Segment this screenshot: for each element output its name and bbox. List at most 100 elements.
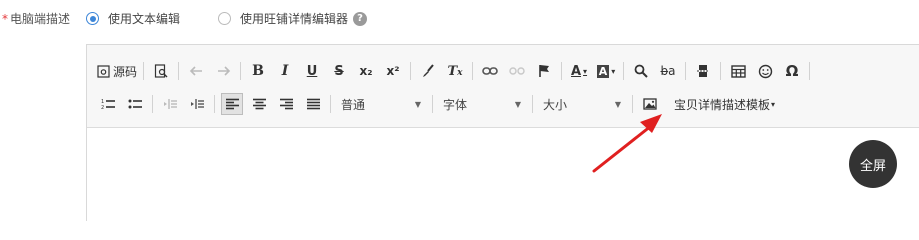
numbered-list-button[interactable]: 12 <box>97 93 119 115</box>
undo-icon <box>189 66 202 76</box>
radio-text-editor-label: 使用文本编辑 <box>108 12 181 26</box>
size-select-value: 大小 <box>543 97 568 112</box>
radio-wangpu-editor[interactable]: 使用旺铺详情编辑器 ? <box>218 10 368 27</box>
indent-icon <box>191 99 204 109</box>
remove-format-icon: Tx <box>447 63 463 79</box>
radio-wangpu-editor-label: 使用旺铺详情编辑器 <box>240 12 349 26</box>
search-icon <box>634 64 648 78</box>
rich-text-editor: 源码 B I U S x₂ x² Tx A ▾ A ▾ b̶a Ω 1 2 普通… <box>86 44 919 222</box>
align-right-icon <box>279 98 293 110</box>
bg-color-button[interactable]: A ▾ <box>595 60 617 82</box>
toolbar-separator <box>720 62 722 80</box>
preview-icon <box>154 64 168 78</box>
svg-text:2: 2 <box>101 105 104 110</box>
preview-button[interactable] <box>150 60 172 82</box>
field-label: * 电脑端描述 <box>2 10 70 27</box>
outdent-icon <box>164 99 177 109</box>
detail-template-button[interactable]: 宝贝详情描述模板 ▾ <box>674 96 775 113</box>
font-select[interactable]: 字体 ▼ <box>439 93 527 115</box>
brush-icon <box>423 64 434 77</box>
align-justify-icon <box>306 98 320 110</box>
format-select[interactable]: 普通 ▼ <box>337 93 427 115</box>
required-mark: * <box>2 12 8 26</box>
remove-format-button[interactable]: Tx <box>444 60 466 82</box>
toolbar-separator <box>410 62 412 80</box>
align-center-button[interactable] <box>248 93 270 115</box>
format-painter-button[interactable] <box>417 60 439 82</box>
bullet-list-button[interactable] <box>124 93 146 115</box>
toolbar-separator <box>178 62 180 80</box>
insert-image-button[interactable] <box>639 93 661 115</box>
font-color-icon: A <box>570 63 582 79</box>
table-button[interactable] <box>727 60 749 82</box>
align-justify-button[interactable] <box>302 93 324 115</box>
page-break-icon <box>697 65 710 77</box>
link-button[interactable] <box>479 60 501 82</box>
link-icon <box>482 67 498 75</box>
superscript-button[interactable]: x² <box>382 60 404 82</box>
align-left-icon <box>225 98 239 110</box>
toolbar-separator <box>432 95 433 113</box>
chevron-down-icon: ▼ <box>514 99 521 109</box>
radio-checked-icon[interactable] <box>86 12 99 25</box>
toolbar-row-2: 12 普通 ▼ 字体 ▼ 大小 ▼ 宝贝详情描述模板 ▾ <box>97 92 775 116</box>
flag-icon <box>539 65 550 77</box>
anchor-button[interactable] <box>533 60 555 82</box>
underline-button[interactable]: U <box>301 60 323 82</box>
toolbar-row-1: 源码 B I U S x₂ x² Tx A ▾ A ▾ b̶a Ω <box>97 59 816 83</box>
radio-unchecked-icon[interactable] <box>218 12 231 25</box>
table-icon <box>730 64 746 78</box>
page-break-button[interactable] <box>692 60 714 82</box>
numbered-list-icon: 12 <box>101 99 115 110</box>
font-color-dropdown-icon: ▾ <box>583 66 588 76</box>
special-char-button[interactable]: Ω <box>781 60 803 82</box>
unlink-button[interactable] <box>506 60 528 82</box>
detail-template-label: 宝贝详情描述模板 <box>674 97 771 112</box>
image-icon <box>643 98 657 110</box>
bg-color-icon: A <box>596 64 610 78</box>
toolbar-separator <box>143 62 145 80</box>
strikethrough-button[interactable]: S <box>328 60 350 82</box>
indent-button[interactable] <box>186 93 208 115</box>
chevron-down-icon: ▾ <box>771 99 776 109</box>
bg-color-dropdown-icon: ▾ <box>611 66 616 76</box>
toolbar-separator <box>809 62 811 80</box>
smiley-icon <box>758 64 772 78</box>
find-button[interactable] <box>630 60 652 82</box>
toolbar-separator <box>240 62 242 80</box>
toolbar-separator <box>214 95 215 113</box>
redo-icon <box>217 66 230 76</box>
size-select[interactable]: 大小 ▼ <box>539 93 627 115</box>
italic-button[interactable]: I <box>274 60 296 82</box>
source-button[interactable]: 源码 <box>97 60 137 82</box>
emoticon-button[interactable] <box>754 60 776 82</box>
field-label-text: 电脑端描述 <box>10 12 71 26</box>
replace-icon: b̶a <box>660 64 676 78</box>
undo-button[interactable] <box>185 60 207 82</box>
font-color-button[interactable]: A ▾ <box>568 60 590 82</box>
editor-content-area[interactable] <box>87 128 919 222</box>
toolbar-separator <box>561 62 563 80</box>
font-select-value: 字体 <box>443 97 468 112</box>
fullscreen-button[interactable]: 全屏 <box>849 140 897 188</box>
subscript-button[interactable]: x₂ <box>355 60 377 82</box>
align-left-button[interactable] <box>221 93 243 115</box>
bold-button[interactable]: B <box>247 60 269 82</box>
radio-text-editor[interactable]: 使用文本编辑 <box>86 10 180 27</box>
help-icon[interactable]: ? <box>353 11 368 26</box>
chevron-down-icon: ▼ <box>614 99 621 109</box>
redo-button[interactable] <box>212 60 234 82</box>
toolbar-separator <box>632 95 633 113</box>
toolbar-separator <box>685 62 687 80</box>
description-mode-row: * 电脑端描述 使用文本编辑 使用旺铺详情编辑器 ? <box>0 6 919 30</box>
toolbar-separator <box>152 95 153 113</box>
editor-toolbar: 源码 B I U S x₂ x² Tx A ▾ A ▾ b̶a Ω 1 2 普通… <box>87 45 919 128</box>
replace-button[interactable]: b̶a <box>657 60 679 82</box>
source-icon <box>97 64 110 78</box>
toolbar-separator <box>623 62 625 80</box>
toolbar-separator <box>330 95 331 113</box>
align-center-icon <box>252 98 266 110</box>
chevron-down-icon: ▼ <box>414 99 421 109</box>
outdent-button[interactable] <box>159 93 181 115</box>
align-right-button[interactable] <box>275 93 297 115</box>
